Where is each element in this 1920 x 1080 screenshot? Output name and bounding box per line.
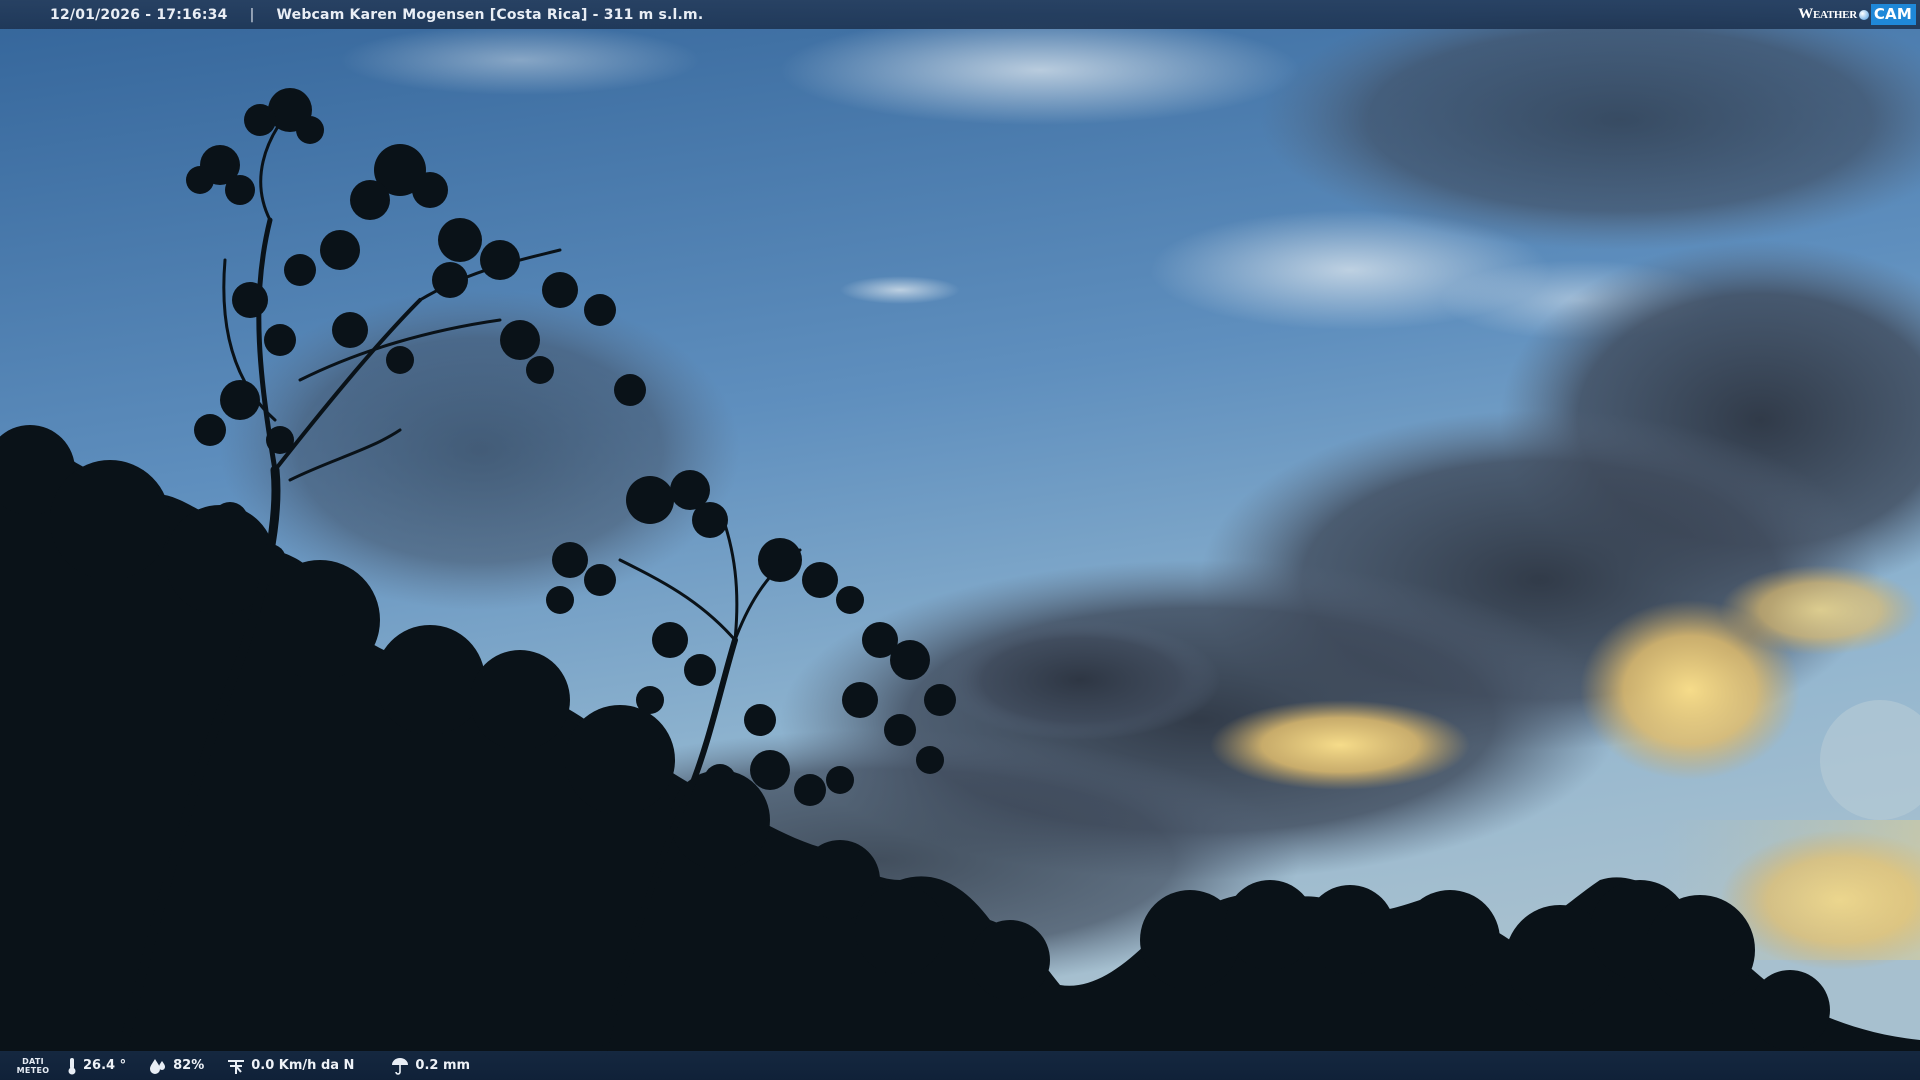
rain-value: 0.2 mm: [415, 1058, 471, 1073]
weather-data-bar: DATI METEO 26.4 ° 82% 0.0 Km/h da N 0.2 …: [0, 1051, 1920, 1080]
wind-icon: [228, 1059, 245, 1074]
header-separator: |: [249, 6, 255, 23]
brand-weather-text: Weather: [1798, 6, 1857, 22]
webcam-frame: 12/01/2026 - 17:16:34 | Webcam Karen Mog…: [0, 0, 1920, 1080]
wind-stat: 0.0 Km/h da N: [226, 1057, 354, 1075]
webcam-image: [0, 0, 1920, 1080]
humidity-icon: [150, 1058, 166, 1074]
humidity-stat: 82%: [148, 1057, 204, 1075]
temperature-value: 26.4 °: [83, 1058, 127, 1073]
wind-value: 0.0 Km/h da N: [251, 1058, 355, 1073]
header-bar: 12/01/2026 - 17:16:34 | Webcam Karen Mog…: [0, 0, 1920, 29]
brand-cam-text: CAM: [1870, 4, 1916, 25]
humidity-value: 82%: [173, 1058, 205, 1073]
rain-icon: [392, 1057, 409, 1075]
location-label: Webcam Karen Mogensen [Costa Rica] - 311…: [276, 6, 704, 23]
datetime-label: 12/01/2026 - 17:16:34: [50, 6, 228, 23]
weathercam-logo[interactable]: Weather CAM: [1798, 0, 1920, 29]
temperature-stat: 26.4 °: [66, 1057, 126, 1075]
thermometer-icon: [68, 1057, 76, 1074]
dati-meteo-label: DATI METEO: [16, 1056, 50, 1075]
brand-dot-icon: [1858, 9, 1869, 20]
rain-stat: 0.2 mm: [390, 1057, 470, 1075]
